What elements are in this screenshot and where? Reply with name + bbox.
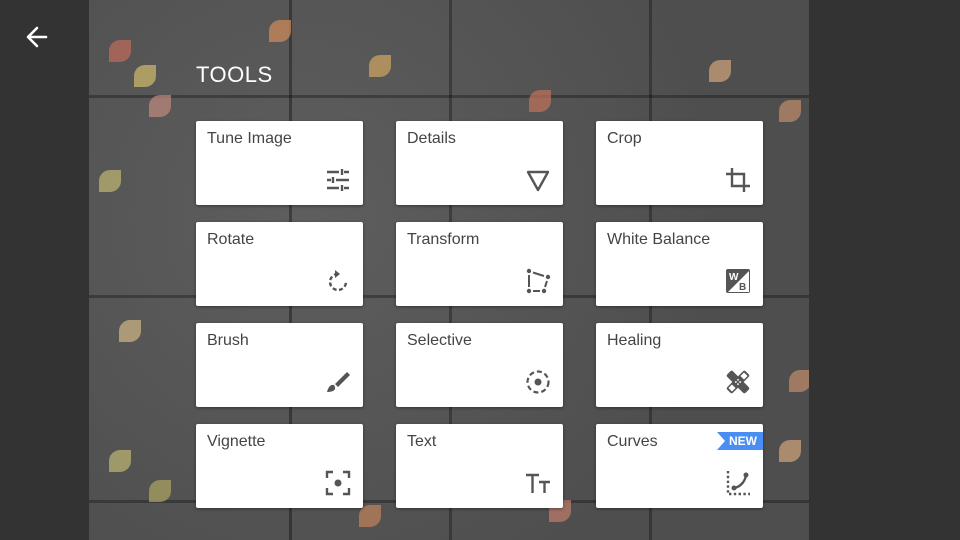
tool-label: White Balance: [607, 231, 711, 248]
tool-card-brush[interactable]: Brush: [196, 323, 363, 407]
leaf: [149, 480, 171, 502]
tool-card-rotate[interactable]: Rotate: [196, 222, 363, 306]
sliders-icon: [327, 169, 349, 191]
healing-icon: [726, 370, 750, 394]
tool-card-text[interactable]: Text: [396, 424, 563, 508]
page-title: TOOLS: [196, 62, 273, 87]
selective-icon: [526, 370, 550, 394]
back-button[interactable]: [22, 22, 52, 52]
left-panel: [0, 0, 89, 540]
tool-card-curves[interactable]: Curves NEW: [596, 424, 763, 508]
tool-label: Transform: [407, 231, 480, 248]
tool-label: Rotate: [207, 231, 255, 248]
tool-label: Details: [407, 130, 456, 147]
leaf: [269, 20, 291, 42]
leaf: [109, 40, 131, 62]
tool-label: Vignette: [207, 433, 266, 450]
curves-icon: [726, 471, 750, 496]
tool-card-white-balance[interactable]: White Balance W B: [596, 222, 763, 306]
leaf: [779, 440, 801, 462]
rotate-icon: [328, 270, 348, 292]
leaf: [529, 90, 551, 112]
tool-card-tune-image[interactable]: Tune Image: [196, 121, 363, 205]
leaf: [119, 320, 141, 342]
tool-card-vignette[interactable]: Vignette: [196, 424, 363, 508]
tool-label: Healing: [607, 332, 662, 349]
tool-label: Curves: [607, 433, 658, 450]
tool-card-crop[interactable]: Crop: [596, 121, 763, 205]
perspective-icon: [526, 268, 551, 294]
leaf: [369, 55, 391, 77]
new-badge: NEW: [717, 432, 763, 450]
tool-card-transform[interactable]: Transform: [396, 222, 563, 306]
arrow-left-icon: [26, 26, 48, 48]
leaf: [149, 95, 171, 117]
vignette-icon: [325, 470, 351, 496]
tool-card-details[interactable]: Details: [396, 121, 563, 205]
leaf: [359, 505, 381, 527]
leaf: [789, 370, 809, 392]
leaf: [134, 65, 156, 87]
tool-label: Crop: [607, 130, 642, 147]
tool-label: Tune Image: [207, 130, 292, 147]
tool-label: Selective: [407, 332, 472, 349]
right-panel: [809, 0, 960, 540]
crop-icon: [726, 168, 750, 192]
leaf: [99, 170, 121, 192]
tool-card-healing[interactable]: Healing: [596, 323, 763, 407]
tool-label: Brush: [207, 332, 249, 349]
tool-label: Text: [407, 433, 437, 450]
text-icon: [526, 473, 550, 493]
svg-text:B: B: [739, 282, 746, 293]
leaf: [779, 100, 801, 122]
leaf: [709, 60, 731, 82]
svg-text:W: W: [729, 272, 739, 283]
white-balance-icon: W B: [726, 269, 750, 293]
triangle-down-icon: [526, 170, 550, 192]
leaf: [109, 450, 131, 472]
brush-icon: [327, 372, 350, 392]
tool-card-selective[interactable]: Selective: [396, 323, 563, 407]
